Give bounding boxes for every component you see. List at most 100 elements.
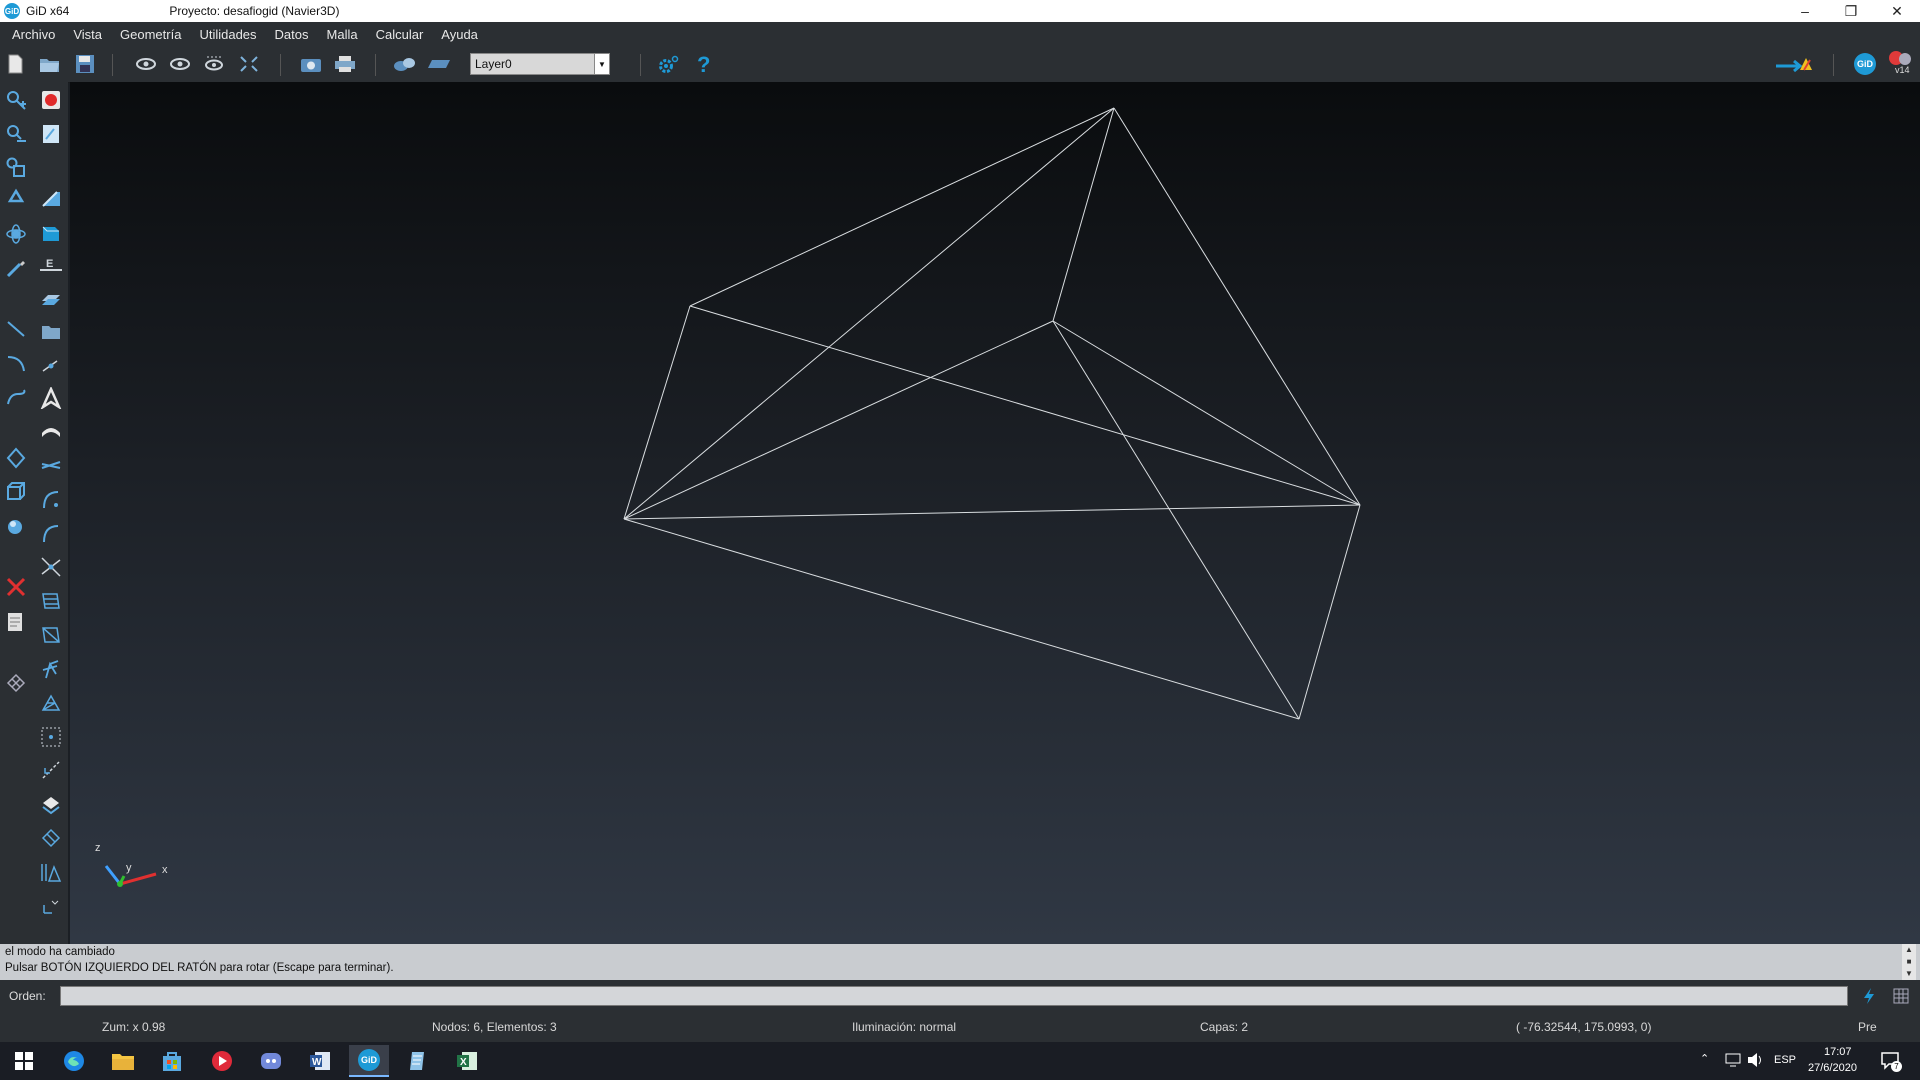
menu-datos[interactable]: Datos [273, 27, 311, 42]
media-player-icon[interactable] [202, 1045, 242, 1077]
select-arrow-icon[interactable] [38, 385, 64, 411]
volume-icon[interactable] [3, 479, 29, 505]
view-options-icon[interactable] [201, 52, 227, 76]
layer-select-value: Layer0 [475, 57, 512, 71]
delete-icon[interactable] [3, 574, 29, 600]
record-icon[interactable] [38, 87, 64, 113]
rotate-trackball-icon[interactable] [3, 221, 29, 247]
version-badge-icon[interactable]: v14 [1886, 51, 1916, 76]
word-icon[interactable]: W [300, 1045, 340, 1077]
zoom-window-icon[interactable] [3, 154, 29, 180]
notes-icon[interactable] [38, 121, 64, 147]
open-folder-icon[interactable] [37, 52, 63, 76]
layers-icon[interactable] [427, 52, 453, 76]
arrow-logo-icon[interactable] [1774, 52, 1814, 76]
edge-browser-icon[interactable] [54, 1045, 94, 1077]
list-icon[interactable] [3, 609, 29, 635]
zoom-status: Zum: x 0.98 [102, 1020, 166, 1034]
boundary-icon[interactable] [38, 859, 64, 885]
command-input[interactable] [60, 986, 1848, 1006]
help-icon[interactable]: ? [690, 52, 716, 76]
zoom-in-icon[interactable] [3, 87, 29, 113]
store-icon[interactable] [152, 1045, 192, 1077]
zoom-out-icon[interactable] [3, 121, 29, 147]
svg-text:E: E [46, 258, 53, 270]
quad-mesh-icon[interactable] [38, 622, 64, 648]
zoom-frame-icon[interactable] [236, 52, 262, 76]
preferences-gear-icon[interactable] [655, 52, 681, 76]
surface-icon[interactable] [3, 445, 29, 471]
quadrilateral-icon[interactable] [38, 825, 64, 851]
arc-icon[interactable] [3, 350, 29, 376]
menu-vista[interactable]: Vista [71, 27, 104, 42]
curve-icon[interactable] [38, 486, 64, 512]
chevron-down-icon[interactable]: ▼ [594, 54, 609, 74]
copy-surface-icon[interactable] [38, 285, 64, 311]
main-toolbar: ? GiD v14 [0, 46, 1920, 83]
local-axes-icon[interactable] [38, 893, 64, 919]
extrude-icon[interactable] [38, 221, 64, 247]
gid-badge-icon[interactable]: GiD [1852, 52, 1878, 76]
volume-icon[interactable] [1746, 1052, 1764, 1071]
intersect-lines-icon[interactable] [38, 452, 64, 478]
camera-icon[interactable] [298, 52, 324, 76]
select-box-icon[interactable] [38, 724, 64, 750]
save-icon[interactable] [72, 52, 98, 76]
new-file-icon[interactable] [2, 52, 28, 76]
grid-toggle-icon[interactable] [1892, 987, 1910, 1008]
print-icon[interactable] [332, 52, 358, 76]
graphics-viewport[interactable]: z y x [70, 82, 1920, 944]
point-divide-icon[interactable] [38, 352, 64, 378]
clock-time[interactable]: 17:07 [1824, 1046, 1852, 1058]
rotate-view-alt-icon[interactable] [167, 52, 193, 76]
language-indicator[interactable]: ESP [1774, 1054, 1796, 1066]
paint-icon[interactable] [38, 791, 64, 817]
file-explorer-icon[interactable] [103, 1045, 143, 1077]
network-icon[interactable] [1724, 1052, 1742, 1071]
layer-select[interactable]: Layer0 ▼ [470, 53, 610, 75]
structured-mesh-icon[interactable] [38, 588, 64, 614]
open-layer-icon[interactable] [38, 318, 64, 344]
status-bar: Zum: x 0.98 Nodos: 6, Elementos: 3 Ilumi… [0, 1012, 1920, 1042]
notepad-icon[interactable] [398, 1045, 438, 1077]
discord-icon[interactable] [251, 1045, 291, 1077]
assign-conditions-icon[interactable] [38, 656, 64, 682]
command-row: Orden: [0, 980, 1920, 1012]
close-button[interactable]: ✕ [1874, 0, 1920, 22]
restore-button[interactable]: ❐ [1828, 0, 1874, 22]
lightning-icon[interactable] [1862, 987, 1876, 1008]
rotate-view-icon[interactable] [133, 52, 159, 76]
menu-utilidades[interactable]: Utilidades [197, 27, 258, 42]
coords-status: ( -76.32544, 175.0993, 0) [1516, 1020, 1652, 1034]
notifications-icon[interactable]: 7 [1880, 1050, 1902, 1072]
pen-draw-icon[interactable] [3, 255, 29, 281]
render-icon[interactable] [392, 52, 418, 76]
excel-icon[interactable]: X [447, 1045, 487, 1077]
redraw-icon[interactable] [3, 186, 29, 212]
menu-calcular[interactable]: Calcular [374, 27, 426, 42]
edit-e-icon[interactable]: E [38, 252, 64, 278]
menu-geometria[interactable]: Geometría [118, 27, 183, 42]
menu-archivo[interactable]: Archivo [10, 27, 57, 42]
menu-malla[interactable]: Malla [325, 27, 360, 42]
clock-date[interactable]: 27/6/2020 [1808, 1062, 1857, 1074]
mesh-grid-icon[interactable] [3, 670, 29, 696]
gid-taskbar-icon[interactable]: GiD [349, 1045, 389, 1077]
sphere-icon[interactable] [3, 513, 29, 539]
minimize-button[interactable]: – [1782, 0, 1828, 22]
curve-alt-icon[interactable] [38, 520, 64, 546]
axis-z-label: z [95, 842, 101, 854]
create-surface-icon[interactable] [38, 186, 64, 212]
gid-logo-icon: GiD [4, 3, 20, 19]
measure-icon[interactable] [38, 757, 64, 783]
mesh-wire-icon[interactable] [38, 690, 64, 716]
menu-ayuda[interactable]: Ayuda [439, 27, 480, 42]
intersect-icon[interactable] [38, 554, 64, 580]
ruled-surface-icon[interactable] [38, 419, 64, 445]
line-icon[interactable] [3, 316, 29, 342]
windows-start-icon[interactable] [4, 1045, 44, 1077]
window-title: Proyecto: desafiogid (Navier3D) [169, 4, 340, 18]
console-scrollbar[interactable]: ▲ ■ ▼ [1902, 944, 1916, 980]
tray-expand-icon[interactable]: ⌃ [1700, 1052, 1709, 1065]
nurbs-line-icon[interactable] [3, 384, 29, 410]
